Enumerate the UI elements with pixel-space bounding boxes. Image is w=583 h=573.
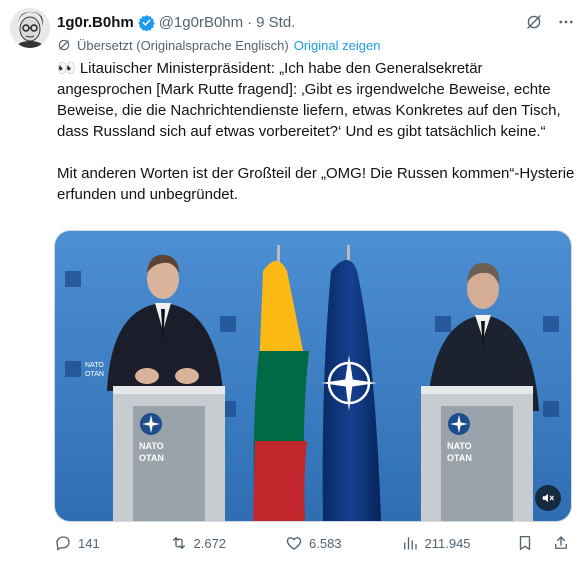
translation-label: Übersetzt (Originalsprache Englisch) [77,37,289,53]
verified-badge-icon [137,14,155,31]
tweet-header: 1g0r.B0hm @1g0rB0hm · 9 Std. [57,12,575,32]
tweet-paragraph-1: 👀 Litauischer Ministerpräsident: „Ich ha… [57,60,561,140]
translation-note: Übersetzt (Originalsprache Englisch) Ori… [57,36,380,54]
mute-button[interactable] [535,485,561,511]
display-name[interactable]: 1g0r.B0hm [57,14,134,31]
repost-button[interactable]: 2.672 [170,534,286,552]
podium-right-label-otan: OTAN [447,453,472,463]
speaker-muted-icon [541,491,555,505]
repost-icon [172,537,185,549]
like-count: 6.583 [309,535,342,551]
reply-button[interactable]: 141 [54,534,170,552]
heart-icon [286,537,302,550]
share-icon[interactable] [552,534,570,552]
views-count: 211.945 [424,535,471,551]
tweet-paragraph-2: Mit anderen Worten ist der Großteil der … [57,165,575,203]
translate-icon [57,38,71,52]
more-options-icon[interactable] [557,13,575,31]
like-button[interactable]: 6.583 [285,534,401,552]
podium-left-label-otan: OTAN [139,453,164,463]
avatar-portrait [10,8,50,48]
separator: · [247,13,253,31]
podium-left [113,386,225,521]
reply-icon [56,536,70,551]
video-player[interactable]: NATO OTAN NATO OTAN NATO OTAN [54,230,572,522]
reply-count: 141 [78,535,100,551]
podium-right [421,386,533,521]
views-button[interactable]: 211.945 [401,534,517,552]
views-chart-icon [403,537,417,550]
bookmark-icon[interactable] [516,534,534,552]
tweet-text: 👀 Litauischer Ministerpräsident: „Ich ha… [57,58,577,205]
user-handle[interactable]: @1g0rB0hm [159,14,243,31]
backdrop-label-otan: OTAN [85,371,104,378]
repost-count: 2.672 [193,535,227,551]
backdrop-label-nato: NATO [85,362,104,369]
podium-left-label-nato: NATO [139,441,164,451]
video-frame: NATO OTAN NATO OTAN NATO OTAN [55,231,571,521]
tweet-actions: 141 2.672 6.583 211.945 [54,532,570,554]
podium-right-label-nato: NATO [447,441,472,451]
timestamp[interactable]: 9 Std. [256,14,295,31]
avatar[interactable] [10,8,50,48]
show-original-link[interactable]: Original zeigen [294,38,381,53]
grok-icon[interactable] [525,13,543,31]
